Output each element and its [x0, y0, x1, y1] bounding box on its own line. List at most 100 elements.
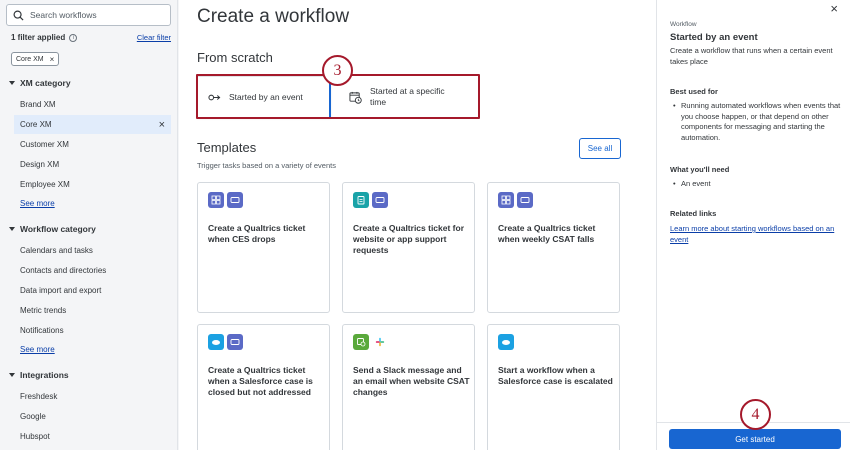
nav-item-label: Brand XM	[20, 100, 56, 109]
filter-chip: Core XM ×	[11, 52, 60, 66]
nav-item-calendars[interactable]: Calendars and tasks	[14, 241, 171, 260]
nav-item-label: Google	[20, 412, 46, 421]
template-card-title: Create a Qualtrics ticket when weekly CS…	[498, 223, 596, 244]
template-card-title: Create a Qualtrics ticket when a Salesfo…	[208, 365, 313, 397]
learn-more-link[interactable]: Learn more about starting workflows base…	[670, 224, 842, 245]
filters-applied-label: 1 filter applied	[11, 33, 66, 42]
ticket-icon	[227, 334, 243, 350]
filter-chip-label: Core XM	[16, 55, 44, 63]
ticket-icon	[227, 192, 243, 208]
list-item: An event	[670, 179, 842, 190]
ticket-icon	[372, 192, 388, 208]
option-started-by-event[interactable]: Started by an event	[197, 76, 331, 118]
nav-item-label: Core XM	[20, 120, 52, 129]
template-card[interactable]: Send a Slack message and an email when w…	[342, 324, 475, 450]
template-card[interactable]: Create a Qualtrics ticket when a Salesfo…	[197, 324, 330, 450]
section-title: Workflow category	[20, 224, 96, 234]
search-icon	[13, 10, 24, 21]
nav-item-label: Design XM	[20, 160, 60, 169]
close-icon[interactable]: ×	[159, 119, 165, 131]
template-card-title: Create a Qualtrics ticket for website or…	[353, 223, 465, 255]
nav-item-google[interactable]: Google	[14, 407, 171, 426]
template-card-title: Create a Qualtrics ticket when CES drops	[208, 223, 306, 244]
template-card[interactable]: Start a workflow when a Salesforce case …	[487, 324, 620, 450]
nav-item-label: Customer XM	[20, 140, 69, 149]
see-more-workflow-link[interactable]: See more	[20, 345, 55, 354]
page-title: Create a workflow	[197, 6, 350, 27]
schedule-icon	[353, 334, 369, 350]
nav-item-label: Freshdesk	[20, 392, 58, 401]
option-started-at-time[interactable]: Started at a specific time	[333, 76, 479, 118]
from-scratch-heading: From scratch	[197, 50, 273, 65]
salesforce-icon	[498, 334, 514, 350]
caret-down-icon	[9, 81, 15, 85]
see-more-xm-link[interactable]: See more	[20, 199, 55, 208]
step-3-badge: 3	[322, 55, 353, 86]
close-icon[interactable]: ×	[830, 1, 838, 16]
event-trigger-icon	[208, 94, 221, 100]
clipboard-icon	[353, 192, 369, 208]
templates-heading: Templates	[197, 140, 257, 155]
integrations-header[interactable]: Integrations	[9, 370, 69, 380]
survey-icon	[208, 192, 224, 208]
panel-eyebrow: Workflow	[670, 21, 697, 28]
nav-item-contacts[interactable]: Contacts and directories	[14, 261, 171, 280]
template-card-title: Start a workflow when a Salesforce case …	[498, 365, 613, 386]
panel-description: Create a workflow that runs when a certa…	[670, 46, 833, 66]
slack-icon	[372, 334, 388, 350]
option-label: Started at a specific time	[370, 86, 445, 107]
see-all-button[interactable]: See all	[579, 138, 621, 159]
get-started-button[interactable]: Get started	[669, 429, 841, 449]
nav-item-label: Calendars and tasks	[20, 246, 93, 255]
nav-item-metric-trends[interactable]: Metric trends	[14, 301, 171, 320]
best-used-list: Running automated workflows when events …	[670, 101, 842, 143]
template-card[interactable]: Create a Qualtrics ticket when weekly CS…	[487, 182, 620, 313]
list-item: Running automated workflows when events …	[670, 101, 842, 143]
nav-item-data-import[interactable]: Data import and export	[14, 281, 171, 300]
calendar-clock-icon	[349, 91, 362, 104]
ticket-icon	[517, 192, 533, 208]
nav-item-design-xm[interactable]: Design XM	[14, 155, 171, 174]
nav-item-label: Metric trends	[20, 306, 67, 315]
section-title: XM category	[20, 78, 71, 88]
nav-item-hubspot[interactable]: Hubspot	[14, 427, 171, 446]
main-content: Create a workflow From scratch Started b…	[179, 0, 656, 450]
details-panel: × Workflow Started by an event Create a …	[656, 0, 850, 450]
section-title: Integrations	[20, 370, 69, 380]
nav-item-label: Notifications	[20, 326, 64, 335]
nav-item-core-xm[interactable]: Core XM ×	[14, 115, 171, 134]
workflow-category-header[interactable]: Workflow category	[9, 224, 96, 234]
option-label: Started by an event	[229, 92, 303, 102]
filter-sidebar: 1 filter applied i Clear filter Core XM …	[0, 0, 178, 450]
chip-remove-icon[interactable]: ×	[50, 55, 55, 64]
template-card[interactable]: Create a Qualtrics ticket when CES drops	[197, 182, 330, 313]
step-4-badge: 4	[740, 399, 771, 430]
nav-item-brand-xm[interactable]: Brand XM	[14, 95, 171, 114]
need-list: An event	[670, 179, 842, 190]
nav-item-label: Employee XM	[20, 180, 70, 189]
filter-summary: 1 filter applied i Clear filter	[11, 33, 171, 42]
nav-item-customer-xm[interactable]: Customer XM	[14, 135, 171, 154]
template-card-title: Send a Slack message and an email when w…	[353, 365, 470, 397]
panel-title: Started by an event	[670, 32, 758, 43]
templates-subtitle: Trigger tasks based on a variety of even…	[197, 161, 336, 170]
search-box[interactable]	[6, 4, 171, 26]
nav-item-employee-xm[interactable]: Employee XM	[14, 175, 171, 194]
search-input[interactable]	[30, 10, 160, 20]
nav-item-label: Hubspot	[20, 432, 50, 441]
nav-item-label: Contacts and directories	[20, 266, 107, 275]
caret-down-icon	[9, 373, 15, 377]
xm-category-header[interactable]: XM category	[9, 78, 71, 88]
nav-item-label: Data import and export	[20, 286, 102, 295]
template-card[interactable]: Create a Qualtrics ticket for website or…	[342, 182, 475, 313]
clear-filter-link[interactable]: Clear filter	[137, 33, 171, 42]
nav-item-notifications[interactable]: Notifications	[14, 321, 171, 340]
nav-item-freshdesk[interactable]: Freshdesk	[14, 387, 171, 406]
survey-icon	[498, 192, 514, 208]
salesforce-icon	[208, 334, 224, 350]
info-icon[interactable]: i	[69, 33, 78, 42]
what-youll-need-heading: What you'll need	[670, 165, 730, 174]
caret-down-icon	[9, 227, 15, 231]
related-links-heading: Related links	[670, 209, 717, 218]
best-used-for-heading: Best used for	[670, 87, 718, 96]
